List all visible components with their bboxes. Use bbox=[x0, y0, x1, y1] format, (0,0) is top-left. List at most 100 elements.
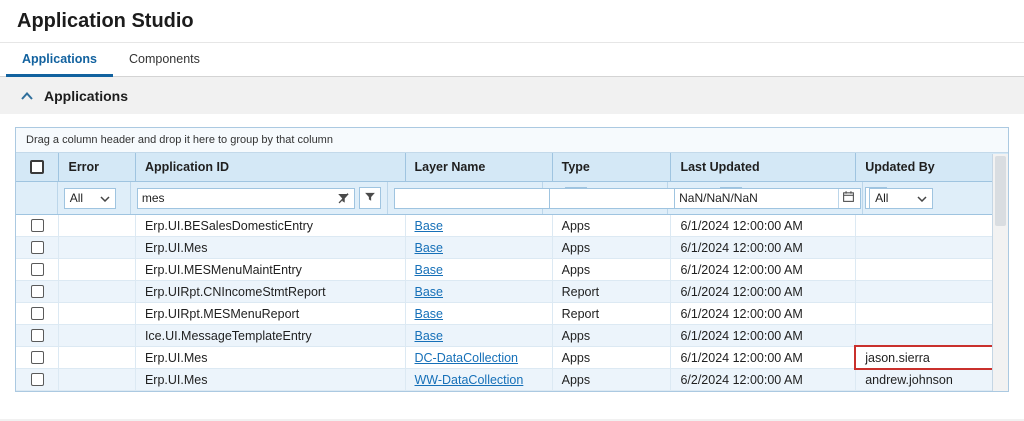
column-header-application-id[interactable]: Application ID bbox=[136, 153, 406, 181]
layer-name-link[interactable]: Base bbox=[415, 219, 444, 233]
row-checkbox-cell bbox=[16, 259, 60, 280]
last-updated-cell: 6/1/2024 12:00:00 AM bbox=[671, 347, 857, 368]
filter-cell-type bbox=[543, 182, 743, 214]
type-cell: Apps bbox=[553, 369, 672, 390]
layer-name-filter-input[interactable] bbox=[395, 189, 559, 207]
last-updated-cell: 6/1/2024 12:00:00 AM bbox=[671, 303, 857, 324]
layer-name-cell: DC-DataCollection bbox=[406, 347, 553, 368]
filter-cell-updated-by: All bbox=[863, 182, 1008, 214]
error-cell bbox=[59, 347, 136, 368]
application-id-cell: Erp.UIRpt.CNIncomeStmtReport bbox=[136, 281, 406, 302]
page-title: Application Studio bbox=[17, 9, 194, 32]
application-id-filter-box bbox=[136, 187, 356, 209]
row-checkbox[interactable] bbox=[30, 329, 44, 342]
panel-title: Applications bbox=[44, 88, 129, 104]
layer-name-cell: Base bbox=[406, 237, 553, 258]
calendar-icon bbox=[842, 190, 855, 206]
updated-by-filter-dropdown[interactable]: All bbox=[869, 187, 934, 209]
application-id-filter-input[interactable] bbox=[137, 189, 335, 207]
updated-by-filter-value: All bbox=[875, 191, 889, 205]
application-id-cell: Erp.UI.Mes bbox=[136, 347, 406, 368]
row-checkbox-cell bbox=[16, 237, 60, 258]
filter-cell-checkbox bbox=[16, 182, 58, 214]
application-id-cell: Erp.UI.Mes bbox=[136, 237, 406, 258]
vertical-scrollbar[interactable] bbox=[992, 154, 1008, 391]
chevron-up-icon[interactable] bbox=[21, 92, 33, 100]
error-filter-dropdown[interactable]: All bbox=[63, 187, 116, 209]
filter-cell-last-updated bbox=[668, 182, 888, 214]
layer-name-link[interactable]: Base bbox=[415, 263, 444, 277]
table-row: Erp.UIRpt.CNIncomeStmtReport Base Report… bbox=[16, 281, 1008, 303]
filter-cell-layer-name bbox=[388, 182, 588, 214]
group-by-bar[interactable]: Drag a column header and drop it here to… bbox=[16, 128, 1008, 153]
application-id-cell: Erp.UI.Mes bbox=[136, 369, 406, 390]
tab-bar: Applications Components bbox=[0, 43, 1024, 77]
row-checkbox[interactable] bbox=[30, 307, 44, 320]
table-row: Erp.UIRpt.MESMenuReport Base Report 6/1/… bbox=[16, 303, 1008, 325]
scrollbar-thumb[interactable] bbox=[995, 156, 1006, 226]
row-checkbox[interactable] bbox=[30, 219, 44, 232]
layer-name-link[interactable]: Base bbox=[415, 307, 444, 321]
row-checkbox[interactable] bbox=[30, 263, 44, 276]
updated-by-cell: andrew.johnson bbox=[865, 372, 953, 387]
column-header-updated-by[interactable]: Updated By bbox=[856, 153, 1008, 181]
layer-name-cell: Base bbox=[406, 259, 553, 280]
title-bar: Application Studio bbox=[0, 0, 1024, 43]
last-updated-cell: 6/1/2024 12:00:00 AM bbox=[671, 281, 857, 302]
row-checkbox-cell bbox=[16, 215, 60, 236]
error-cell bbox=[59, 303, 136, 324]
error-cell bbox=[59, 325, 136, 346]
table-row: Erp.UI.Mes Base Apps 6/1/2024 12:00:00 A… bbox=[16, 237, 1008, 259]
applications-panel-header[interactable]: Applications bbox=[0, 77, 1024, 114]
layer-name-link[interactable]: DC-DataCollection bbox=[415, 351, 519, 365]
tab-components[interactable]: Components bbox=[113, 43, 216, 77]
date-picker-button[interactable] bbox=[838, 188, 859, 208]
row-checkbox[interactable] bbox=[30, 351, 44, 364]
type-cell: Apps bbox=[553, 259, 672, 280]
layer-name-cell: Base bbox=[406, 215, 553, 236]
application-id-cell: Erp.UI.MESMenuMaintEntry bbox=[136, 259, 406, 280]
updated-by-cell bbox=[856, 259, 1008, 280]
layer-name-cell: Base bbox=[406, 281, 553, 302]
column-header-error[interactable]: Error bbox=[59, 153, 136, 181]
layer-name-link[interactable]: Base bbox=[415, 285, 444, 299]
last-updated-filter-input[interactable] bbox=[675, 189, 839, 207]
select-all-checkbox[interactable] bbox=[30, 160, 45, 174]
type-cell: Apps bbox=[553, 347, 672, 368]
column-header-last-updated[interactable]: Last Updated bbox=[671, 153, 857, 181]
application-id-cell: Erp.UI.BESalesDomesticEntry bbox=[136, 215, 406, 236]
type-cell: Apps bbox=[553, 325, 672, 346]
layer-name-cell: Base bbox=[406, 325, 553, 346]
table-row: Erp.UI.Mes WW-DataCollection Apps 6/2/20… bbox=[16, 369, 1008, 391]
updated-by-cell bbox=[856, 303, 1008, 324]
row-checkbox[interactable] bbox=[30, 241, 44, 254]
tab-applications[interactable]: Applications bbox=[6, 43, 114, 77]
last-updated-cell: 6/1/2024 12:00:00 AM bbox=[671, 237, 857, 258]
last-updated-filter-box bbox=[674, 187, 862, 209]
error-cell bbox=[59, 369, 136, 390]
layer-name-link[interactable]: Base bbox=[415, 329, 444, 343]
table-row: Erp.UI.BESalesDomesticEntry Base Apps 6/… bbox=[16, 215, 1008, 237]
updated-by-cell: jason.sierra bbox=[854, 345, 1008, 370]
layer-name-link[interactable]: Base bbox=[415, 241, 444, 255]
row-checkbox-cell bbox=[16, 281, 60, 302]
application-id-cell: Erp.UIRpt.MESMenuReport bbox=[136, 303, 406, 324]
column-header-layer-name[interactable]: Layer Name bbox=[406, 153, 553, 181]
row-checkbox[interactable] bbox=[30, 285, 44, 298]
application-id-cell: Ice.UI.MessageTemplateEntry bbox=[136, 325, 406, 346]
application-id-filter-button[interactable] bbox=[359, 187, 382, 209]
type-cell: Apps bbox=[553, 237, 672, 258]
row-checkbox[interactable] bbox=[30, 373, 44, 386]
select-all-cell bbox=[16, 153, 60, 181]
layer-name-link[interactable]: WW-DataCollection bbox=[415, 373, 524, 387]
filter-icon bbox=[364, 191, 376, 206]
chevron-down-icon bbox=[100, 191, 110, 205]
clear-filter-icon[interactable] bbox=[334, 192, 352, 205]
chevron-down-icon bbox=[917, 191, 927, 205]
error-filter-value: All bbox=[69, 191, 84, 205]
column-header-type[interactable]: Type bbox=[553, 153, 672, 181]
table-row: Erp.UI.Mes DC-DataCollection Apps 6/1/20… bbox=[16, 345, 1008, 370]
last-updated-cell: 6/1/2024 12:00:00 AM bbox=[671, 259, 857, 280]
updated-by-cell bbox=[856, 281, 1008, 302]
table-row: Erp.UI.MESMenuMaintEntry Base Apps 6/1/2… bbox=[16, 259, 1008, 281]
